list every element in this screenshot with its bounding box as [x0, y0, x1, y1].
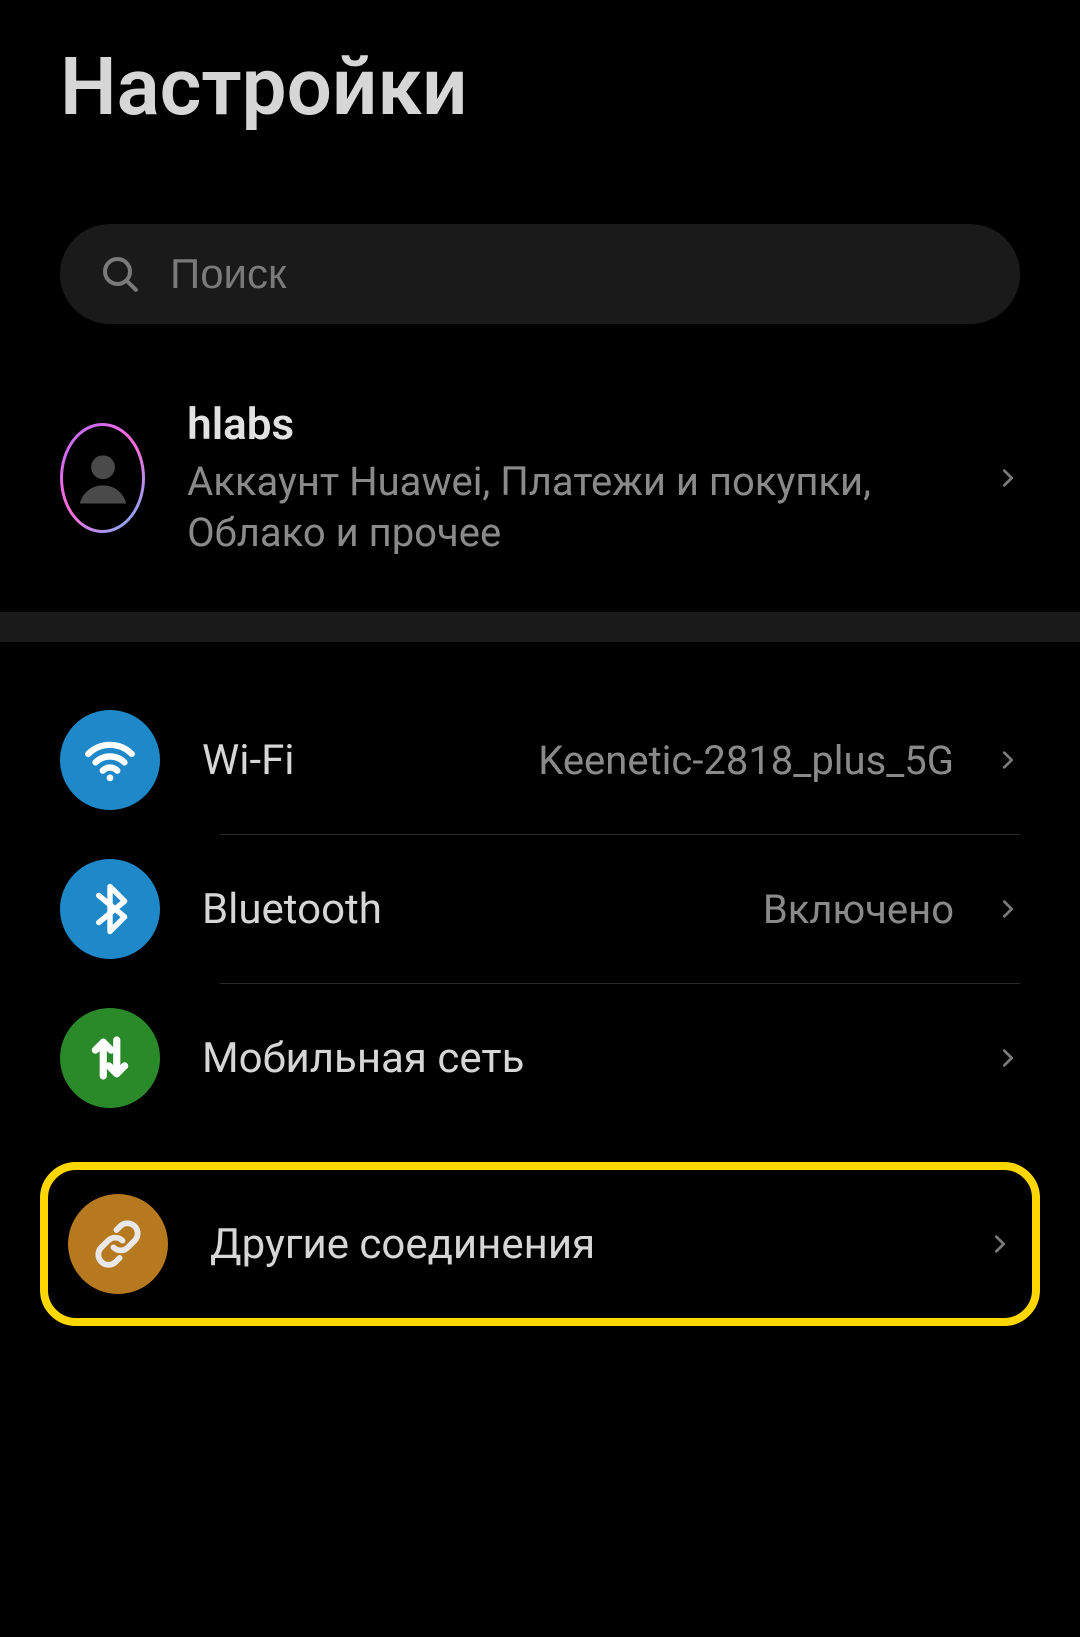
search-bar[interactable]: [60, 224, 1020, 324]
wifi-icon: [60, 710, 160, 810]
settings-item-value: Keenetic-2818_plus_5G: [538, 737, 954, 784]
settings-item-label: Bluetooth: [202, 885, 721, 934]
account-row[interactable]: hlabs Аккаунт Huawei, Платежи и покупки,…: [0, 374, 1080, 582]
settings-item-more-connections[interactable]: Другие соединения: [48, 1180, 1032, 1308]
mobile-data-icon: [60, 1008, 160, 1108]
settings-item-mobile-network[interactable]: Мобильная сеть: [0, 984, 1080, 1132]
link-icon: [68, 1194, 168, 1294]
account-subtitle: Аккаунт Huawei, Платежи и покупки, Облак…: [187, 456, 954, 558]
settings-item-label: Мобильная сеть: [202, 1034, 954, 1083]
avatar: [60, 423, 145, 533]
chevron-right-icon: [988, 1224, 1012, 1264]
page-title: Настройки: [0, 0, 1080, 134]
settings-item-value: Включено: [763, 886, 954, 933]
bluetooth-icon: [60, 859, 160, 959]
section-divider: [0, 612, 1080, 642]
chevron-right-icon: [996, 740, 1020, 780]
settings-item-label: Wi-Fi: [202, 736, 496, 785]
search-input[interactable]: [170, 250, 980, 298]
settings-item-label: Другие соединения: [210, 1220, 946, 1269]
settings-item-bluetooth[interactable]: Bluetooth Включено: [0, 835, 1080, 983]
chevron-right-icon: [996, 458, 1020, 498]
chevron-right-icon: [996, 1038, 1020, 1078]
account-name: hlabs: [187, 398, 954, 450]
chevron-right-icon: [996, 889, 1020, 929]
highlighted-item-box: Другие соединения: [40, 1162, 1040, 1326]
search-icon: [100, 254, 140, 294]
settings-item-wifi[interactable]: Wi-Fi Keenetic-2818_plus_5G: [0, 686, 1080, 834]
